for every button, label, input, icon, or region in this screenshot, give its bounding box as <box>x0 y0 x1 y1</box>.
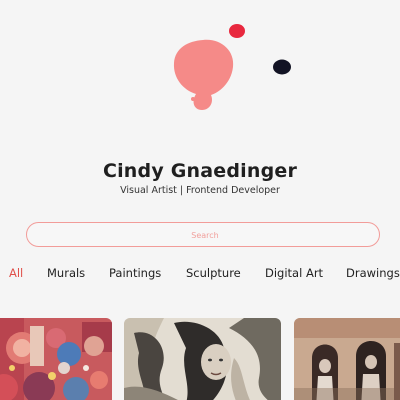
tab-drawings[interactable]: Drawings <box>346 266 400 280</box>
tab-all[interactable]: All <box>9 266 23 280</box>
gallery <box>0 318 400 400</box>
artist-name: Cindy Gnaedinger <box>102 160 298 182</box>
logo <box>0 0 400 130</box>
gallery-item-figure-painting[interactable] <box>124 318 281 400</box>
search-bar <box>26 222 383 248</box>
tab-paintings[interactable]: Paintings <box>109 266 161 280</box>
tab-murals[interactable]: Murals <box>47 266 85 280</box>
artist-tagline: Visual Artist | Frontend Developer <box>120 185 280 196</box>
logo-pink-blob <box>173 39 234 110</box>
filter-tabs: All Murals Paintings Sculpture Digital A… <box>0 266 400 284</box>
gallery-item-mural[interactable] <box>0 318 112 400</box>
tab-sculpture[interactable]: Sculpture <box>186 266 241 280</box>
logo-dark-dot <box>273 59 291 75</box>
gallery-item-arched-painting[interactable] <box>294 318 400 400</box>
search-input[interactable] <box>27 223 383 248</box>
logo-red-dot <box>229 24 245 38</box>
portfolio-page: Cindy Gnaedinger Visual Artist | Fronten… <box>0 0 400 400</box>
tab-digital-art[interactable]: Digital Art <box>265 266 323 280</box>
